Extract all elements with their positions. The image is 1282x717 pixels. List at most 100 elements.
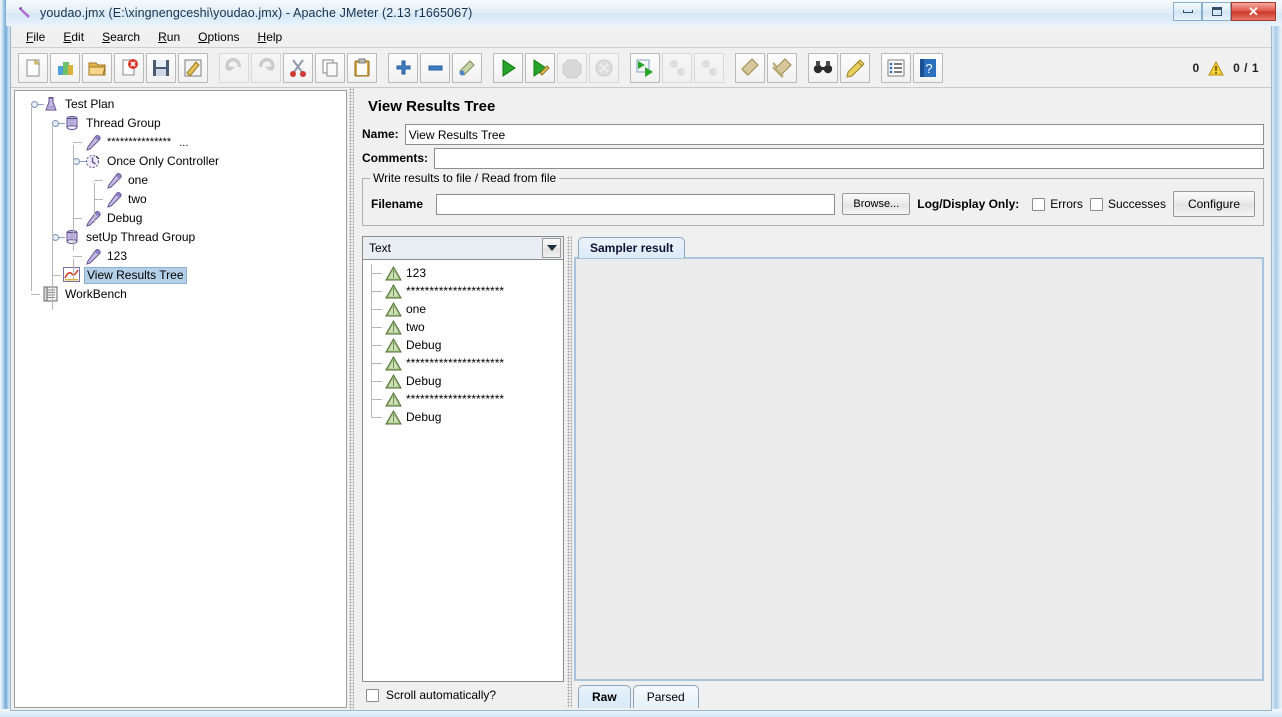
- copy-button[interactable]: [315, 53, 345, 83]
- stop-remote-button[interactable]: [662, 53, 692, 83]
- menu-edit[interactable]: Edit: [54, 28, 93, 46]
- cut-button[interactable]: [283, 53, 313, 83]
- scroll-automatically-checkbox[interactable]: [366, 689, 379, 702]
- tree-item-setup-thread-group[interactable]: setUp Thread Group: [15, 228, 346, 247]
- filename-row: Filename Browse... Log/Display Only: Err…: [371, 191, 1255, 217]
- paste-button[interactable]: [347, 53, 377, 83]
- menubar[interactable]: File Edit Search Run Options Help: [11, 26, 1271, 48]
- renderer-combobox[interactable]: Text: [362, 236, 564, 260]
- titlebar[interactable]: youdao.jmx (E:\xingnengceshi\youdao.jmx)…: [6, 0, 1282, 26]
- stop-button[interactable]: [557, 53, 587, 83]
- tree-connector-line: [52, 126, 53, 310]
- tab-parsed[interactable]: Parsed: [633, 685, 699, 708]
- tree-item-view-results-tree[interactable]: View Results Tree: [15, 266, 346, 285]
- result-list-item[interactable]: 123: [363, 264, 563, 282]
- result-list-item[interactable]: two: [363, 318, 563, 336]
- clear-all-button[interactable]: [767, 53, 797, 83]
- tree-item-123[interactable]: 123: [15, 247, 346, 266]
- tree-item-label: View Results Tree: [84, 267, 187, 284]
- start-remote-button[interactable]: [630, 53, 660, 83]
- tree-item-test-plan[interactable]: Test Plan: [15, 95, 346, 114]
- tree-item-two[interactable]: two: [15, 190, 346, 209]
- expand-button[interactable]: [388, 53, 418, 83]
- comments-row: Comments:: [362, 147, 1264, 169]
- minimize-button[interactable]: [1173, 2, 1202, 21]
- tree-item-thread-group[interactable]: Thread Group: [15, 114, 346, 133]
- result-list-item[interactable]: Debug: [363, 408, 563, 426]
- window-controls[interactable]: ✕: [1173, 2, 1276, 21]
- search-reset-button[interactable]: [840, 53, 870, 83]
- result-list-item[interactable]: Debug: [363, 372, 563, 390]
- toolbar[interactable]: ? 0 0 / 1: [11, 48, 1271, 88]
- warning-triangle-icon[interactable]: [1208, 61, 1224, 76]
- log-display-label: Log/Display Only:: [917, 197, 1025, 211]
- tree-item-debug[interactable]: Debug: [15, 209, 346, 228]
- shutdown-remote-button[interactable]: [694, 53, 724, 83]
- errors-checkbox[interactable]: [1032, 198, 1045, 211]
- sampler-icon: [84, 134, 102, 151]
- filename-input[interactable]: [436, 194, 835, 215]
- templates-button[interactable]: [50, 53, 80, 83]
- menu-options[interactable]: Options: [189, 28, 248, 46]
- clear-button[interactable]: [735, 53, 765, 83]
- view-tabbar[interactable]: RawParsed: [574, 684, 1264, 708]
- successes-checkbox[interactable]: [1090, 198, 1103, 211]
- result-list-item[interactable]: one: [363, 300, 563, 318]
- results-splitter-handle[interactable]: [564, 236, 574, 708]
- collapse-button[interactable]: [420, 53, 450, 83]
- success-triangle-icon: [385, 374, 402, 389]
- tree-connector-line: [94, 183, 95, 223]
- menu-file[interactable]: File: [17, 28, 54, 46]
- sampler-icon: [105, 172, 123, 189]
- close-document-button[interactable]: [114, 53, 144, 83]
- start-button[interactable]: [493, 53, 523, 83]
- name-label: Name:: [362, 127, 405, 141]
- tree-connector-line: [31, 107, 32, 291]
- success-triangle-icon: [385, 266, 402, 281]
- menu-search[interactable]: Search: [93, 28, 149, 46]
- result-list-item[interactable]: Debug: [363, 336, 563, 354]
- test-plan-tree-panel[interactable]: Test PlanThread Group***************...O…: [14, 90, 347, 708]
- search-button[interactable]: [808, 53, 838, 83]
- tab-sampler-result[interactable]: Sampler result: [578, 237, 685, 258]
- start-no-pauses-button[interactable]: [525, 53, 555, 83]
- close-button[interactable]: ✕: [1231, 2, 1276, 21]
- comments-input[interactable]: [434, 148, 1264, 169]
- tree-item-[interactable]: ***************...: [15, 133, 346, 152]
- tree-item-workbench[interactable]: WorkBench: [15, 285, 346, 304]
- undo-button[interactable]: [219, 53, 249, 83]
- tab-raw[interactable]: Raw: [578, 685, 631, 708]
- configure-button[interactable]: Configure: [1173, 191, 1255, 217]
- open-button[interactable]: [82, 53, 112, 83]
- sampler-result-content[interactable]: [574, 257, 1264, 681]
- successes-checkbox-wrap[interactable]: Successes: [1090, 197, 1166, 211]
- name-input[interactable]: View Results Tree: [405, 124, 1264, 145]
- renderer-dropdown-button[interactable]: [542, 238, 561, 258]
- result-list-item[interactable]: *********************: [363, 390, 563, 408]
- scroll-automatically-row[interactable]: Scroll automatically?: [362, 682, 564, 708]
- result-list-item[interactable]: *********************: [363, 282, 563, 300]
- results-tree-list[interactable]: 123*********************onetwoDebug*****…: [362, 260, 564, 682]
- help-button[interactable]: ?: [913, 53, 943, 83]
- shutdown-button[interactable]: [589, 53, 619, 83]
- function-helper-button[interactable]: [881, 53, 911, 83]
- redo-button[interactable]: [251, 53, 281, 83]
- test-plan-tree[interactable]: Test PlanThread Group***************...O…: [15, 91, 346, 304]
- menu-help[interactable]: Help: [249, 28, 292, 46]
- maximize-button[interactable]: [1202, 2, 1231, 21]
- result-tabbar[interactable]: Sampler result: [574, 236, 1264, 258]
- new-button[interactable]: [18, 53, 48, 83]
- errors-checkbox-wrap[interactable]: Errors: [1032, 197, 1083, 211]
- result-item-label: *********************: [406, 284, 504, 299]
- main-splitter-handle[interactable]: [347, 88, 356, 710]
- browse-button[interactable]: Browse...: [842, 193, 910, 215]
- tree-item-once-only-controller[interactable]: Once Only Controller: [15, 152, 346, 171]
- tree-item-one[interactable]: one: [15, 171, 346, 190]
- toggle-button[interactable]: [452, 53, 482, 83]
- save-as-button[interactable]: [178, 53, 208, 83]
- scroll-automatically-label: Scroll automatically?: [386, 688, 496, 702]
- tree-connector-line: [73, 145, 74, 251]
- save-button[interactable]: [146, 53, 176, 83]
- menu-run[interactable]: Run: [149, 28, 189, 46]
- result-list-item[interactable]: *********************: [363, 354, 563, 372]
